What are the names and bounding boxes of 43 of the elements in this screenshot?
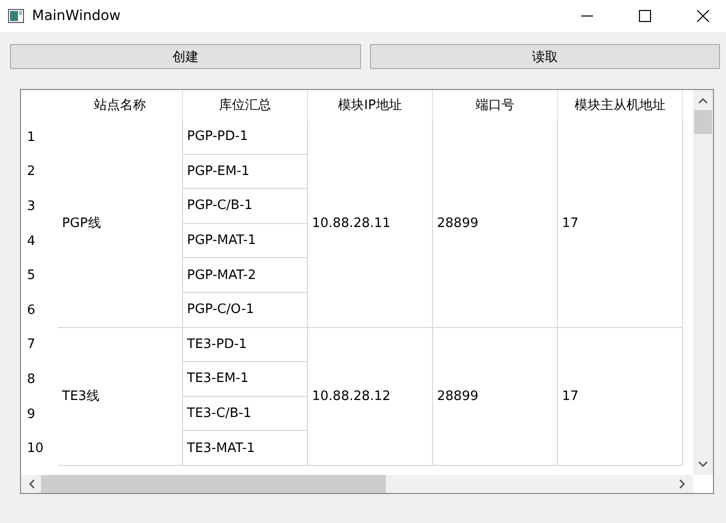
action-button[interactable]: 创建 [10,44,360,69]
vertical-scrollbar[interactable] [693,90,713,475]
column-header[interactable]: 模块IP地址 [308,90,433,120]
table-cell: TE3-EM-1 [183,362,308,397]
table-cell: PGP-MAT-2 [183,258,308,293]
table-cell: PGP-EM-1 [183,154,308,190]
action-button[interactable]: 读取 [370,44,720,69]
table-cell: TE3-MAT-1 [183,431,308,466]
scrollbar-thumb[interactable] [41,475,386,493]
row-number: 10 [26,440,45,458]
table-cell: 17 [558,328,683,466]
row-number: 6 [26,302,36,320]
table-cell: PGP-PD-1 [183,120,308,155]
row-number: 7 [26,336,36,354]
row-number: 3 [26,198,36,216]
table-cell: PGP-C/O-1 [183,292,308,328]
table-cell: TE3线 [58,328,183,466]
column-header[interactable]: 端口号 [433,90,558,120]
scrollbar-thumb[interactable] [694,110,712,134]
maximize-icon[interactable] [639,10,651,22]
window-title: MainWindow [32,8,121,24]
column-header[interactable]: 模块主从机地址 [558,90,683,120]
table-cell: PGP线 [58,120,183,328]
table-cell: 10.88.28.11 [308,120,433,328]
row-number: 5 [26,267,36,286]
table-cell: 28899 [433,120,558,328]
app-icon [8,9,24,23]
row-number: 8 [26,370,36,389]
table-cell: 28899 [433,328,558,466]
column-header[interactable]: 库位汇总 [183,90,308,120]
table-cell: 17 [558,120,683,328]
horizontal-scrollbar[interactable] [21,475,693,493]
table-cell: TE3-C/B-1 [183,396,308,432]
row-number: 9 [26,406,36,424]
row-number: 2 [26,163,36,182]
column-header[interactable]: 站点名称 [58,90,183,120]
table-cell: PGP-MAT-1 [183,224,308,258]
table-cell: TE3-PD-1 [183,328,308,362]
row-number: 4 [26,232,36,251]
row-number: 1 [26,128,36,147]
close-icon[interactable] [697,10,709,22]
table-cell: PGP-C/B-1 [183,189,308,224]
table-cell: 10.88.28.12 [308,328,433,466]
